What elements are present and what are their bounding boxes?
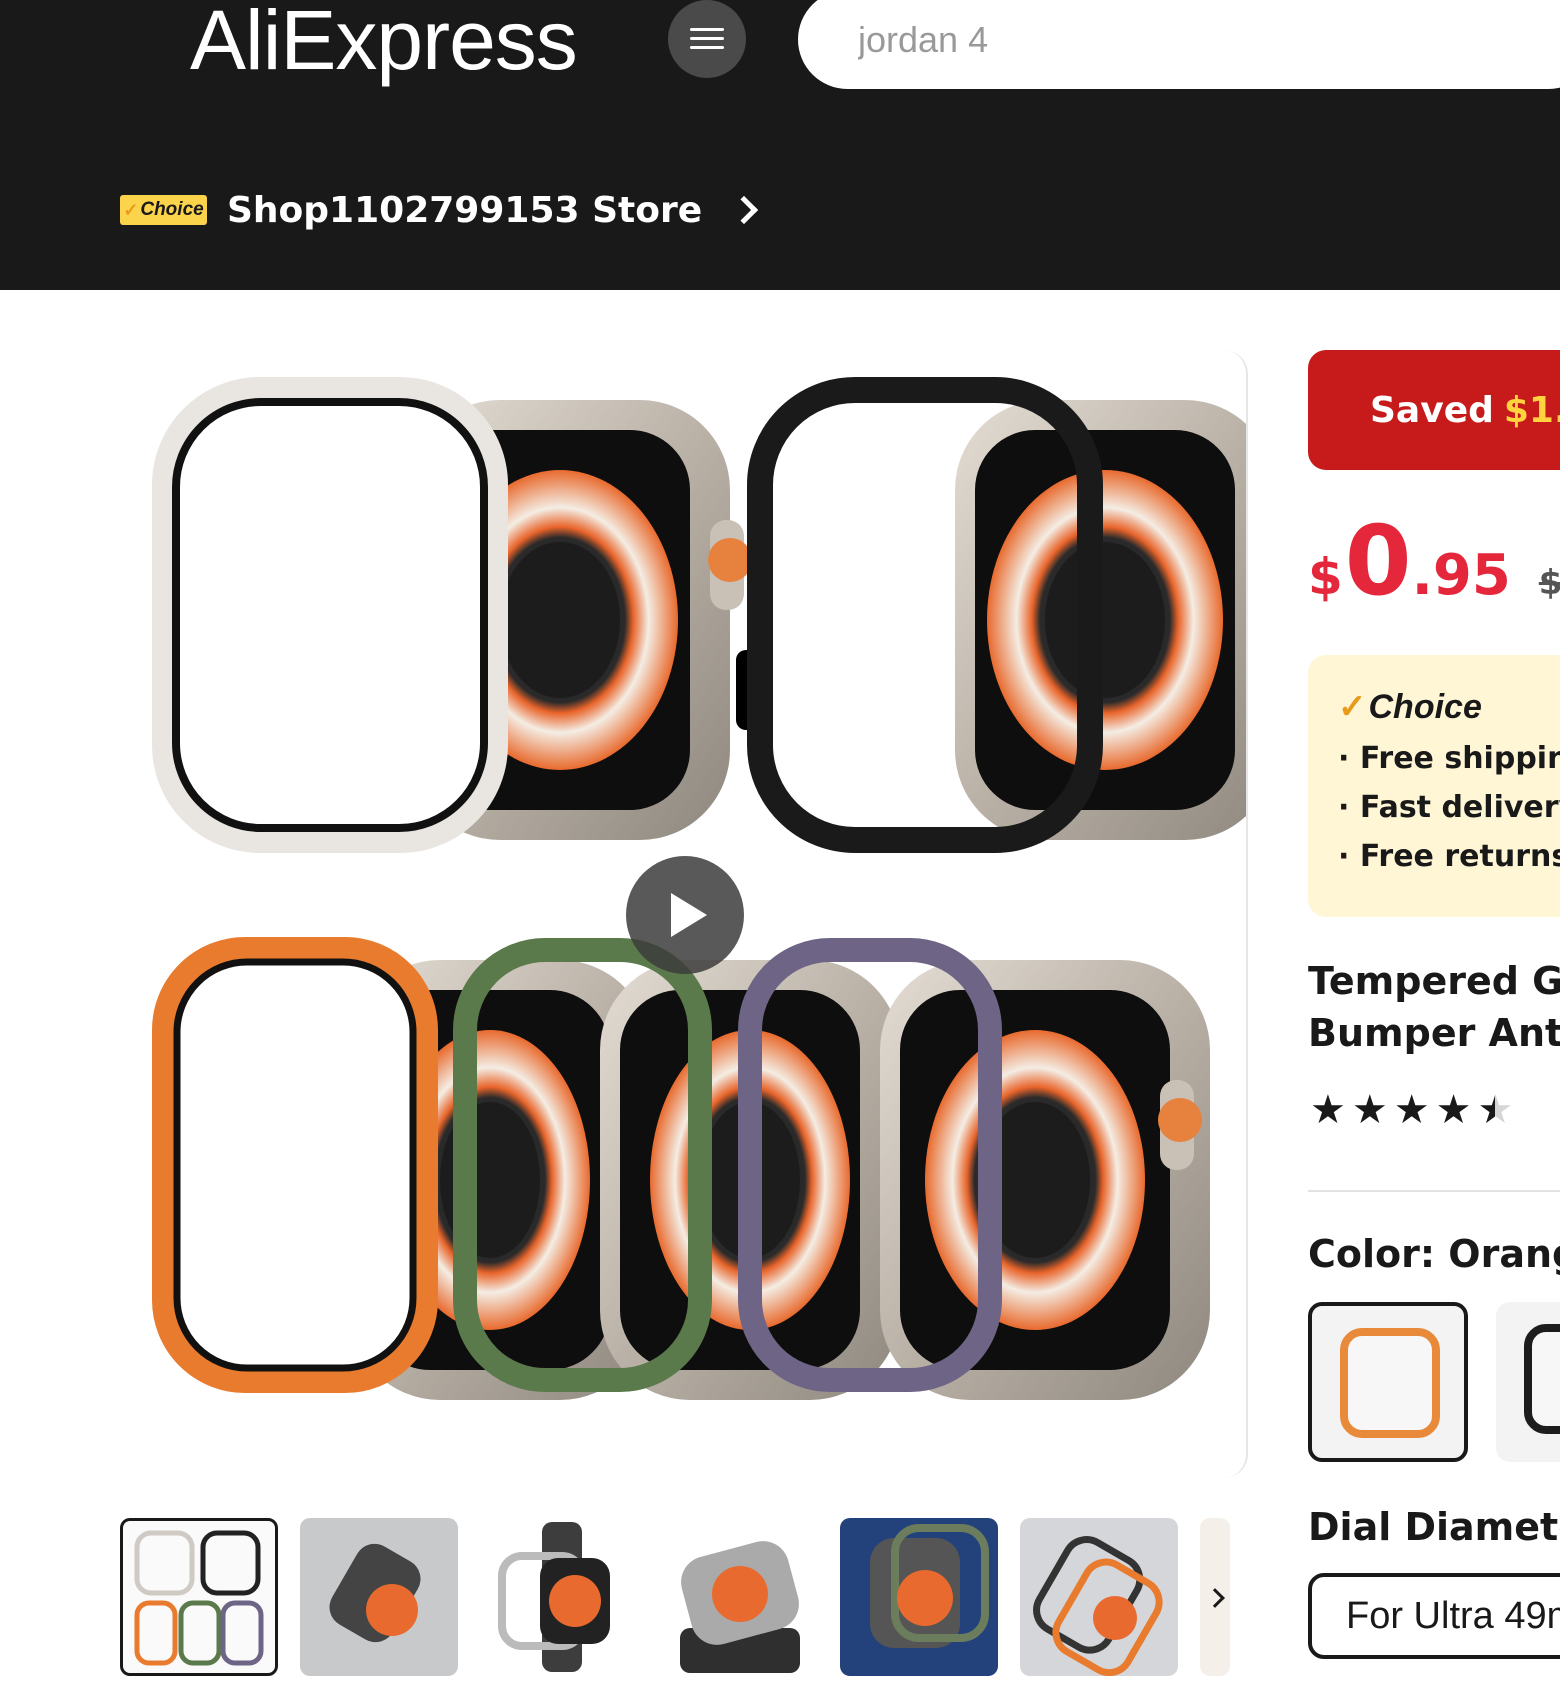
price-whole: 0 xyxy=(1344,505,1412,617)
star-icon: ★ xyxy=(1393,1087,1430,1133)
checkmark-icon: ✓ xyxy=(1338,688,1367,726)
main-product-image[interactable] xyxy=(120,350,1248,1478)
dial-diameter-label: Dial Diameter xyxy=(1308,1505,1560,1549)
benefit-free-shipping: · Free shipping xyxy=(1338,741,1560,776)
choice-title: ✓ Choice xyxy=(1338,687,1482,727)
thumbnail-image xyxy=(498,1522,610,1672)
thumbnail-image xyxy=(1033,1536,1163,1676)
swatch-image xyxy=(1524,1324,1560,1434)
thumbnail-2[interactable] xyxy=(300,1518,458,1676)
half-star-icon: ★ xyxy=(1477,1087,1514,1133)
saved-label: Saved xyxy=(1370,389,1494,431)
price-fraction: .95 xyxy=(1411,543,1511,608)
star-icon: ★ xyxy=(1351,1087,1388,1133)
aliexpress-logo[interactable]: AliExpress xyxy=(190,0,578,89)
checkmark-icon: ✓ xyxy=(123,199,139,220)
choice-benefits[interactable]: ✓Choice · Free shipping · Fast delivery … xyxy=(1308,655,1560,917)
star-icon: ★ xyxy=(1310,1087,1346,1133)
thumbnail-image xyxy=(329,1543,421,1643)
thumbnail-6[interactable] xyxy=(1020,1518,1178,1676)
color-swatch-orange[interactable] xyxy=(1308,1302,1468,1462)
play-icon xyxy=(671,893,707,937)
swatch-image xyxy=(1340,1328,1440,1438)
thumbnail-1[interactable] xyxy=(120,1518,278,1676)
star-icon: ★ xyxy=(1435,1087,1472,1133)
divider xyxy=(1308,1190,1560,1192)
chevron-right-icon xyxy=(729,195,759,225)
store-link[interactable]: ✓ Choice Shop1102799153 Store xyxy=(120,185,759,235)
price-currency: $ xyxy=(1308,548,1343,606)
benefit-free-returns: · Free returns xyxy=(1338,839,1560,874)
search-input[interactable] xyxy=(858,10,1458,70)
color-label: Color: Orange xyxy=(1308,1232,1560,1276)
product-title: Tempered Gla Bumper Anti- xyxy=(1308,959,1560,1055)
saved-amount: $1.13 xyxy=(1503,389,1560,431)
menu-button[interactable] xyxy=(668,0,746,78)
store-name: Shop1102799153 Store xyxy=(227,189,703,231)
original-price: $2 xyxy=(1538,563,1560,603)
thumbnail-4[interactable] xyxy=(660,1518,818,1676)
thumbnail-image xyxy=(134,1530,264,1666)
rating-stars[interactable]: ★ ★ ★ ★ ★ xyxy=(1310,1090,1519,1130)
thumbnail-next-button[interactable] xyxy=(1195,1573,1235,1623)
choice-badge: ✓ Choice xyxy=(120,195,207,225)
benefit-fast-delivery: · Fast delivery xyxy=(1338,790,1560,825)
thumbnail-3[interactable] xyxy=(480,1518,638,1676)
hamburger-icon xyxy=(690,26,724,52)
thumbnail-image xyxy=(680,1541,800,1673)
play-video-button[interactable] xyxy=(626,856,744,974)
chevron-right-icon xyxy=(1205,1588,1225,1608)
top-header: AliExpress ✓Choice Shop1102799153 Store xyxy=(0,0,1560,290)
saved-banner: Saved $1.13 xyxy=(1308,350,1560,470)
thumbnail-image xyxy=(870,1524,989,1648)
thumbnail-strip xyxy=(120,1518,1248,1678)
price: $ 0 .95 $2 xyxy=(1308,505,1560,617)
dial-option-button[interactable]: For Ultra 49mm xyxy=(1308,1573,1560,1659)
thumbnail-5[interactable] xyxy=(840,1518,998,1676)
color-swatch-black[interactable] xyxy=(1496,1302,1560,1462)
search-bar[interactable] xyxy=(798,0,1560,89)
